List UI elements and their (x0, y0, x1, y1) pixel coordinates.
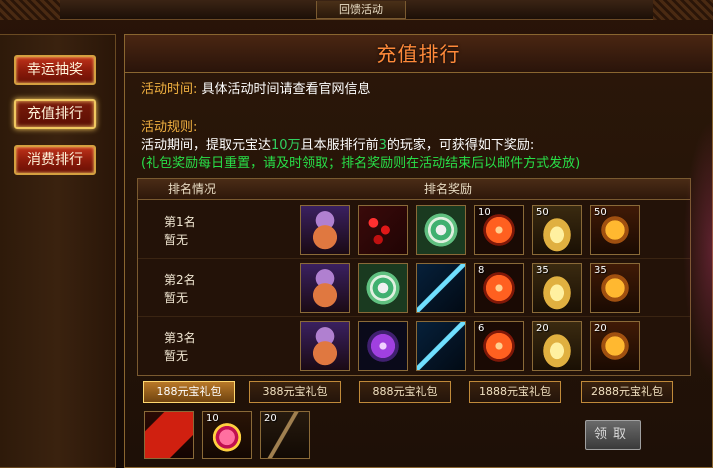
rule-amount: 10万 (271, 138, 301, 153)
package-tab-188[interactable]: 188元宝礼包 (143, 381, 235, 403)
rank-position: 第1名 (164, 215, 196, 229)
package-tab-2888[interactable]: 2888元宝礼包 (581, 381, 673, 403)
reward-table: 排名情况 排名奖励 第1名 暂无 10 50 50 第2名 暂无 8 35 35… (137, 178, 691, 376)
ice-sword-icon[interactable] (416, 321, 466, 371)
rule-part-3: 的玩家，可获得如下奖励: (386, 138, 535, 153)
rule-rank: 3 (378, 138, 387, 153)
reset-note: (礼包奖励每日重置，请及时领取；排名奖励则在活动结束后以邮件方式发放) (141, 156, 581, 171)
fish-mount-icon[interactable] (300, 205, 350, 255)
ornament-left (0, 0, 60, 20)
gold-ingot-icon[interactable]: 50 (532, 205, 582, 255)
fire-orb-icon[interactable]: 6 (474, 321, 524, 371)
rules-text: 活动期间，提取元宝达10万且本服排行前3的玩家，可获得如下奖励: (141, 137, 534, 155)
window-title: 回馈活动 (316, 1, 406, 19)
nav-consumption-ranking-button[interactable]: 消费排行 (14, 145, 96, 175)
purple-orb-icon[interactable] (358, 321, 408, 371)
header-reward: 排名奖励 (424, 182, 473, 196)
package-tab-388[interactable]: 388元宝礼包 (249, 381, 341, 403)
rank-position: 第3名 (164, 331, 196, 345)
table-header: 排名情况 排名奖励 (138, 179, 690, 200)
panel-title: 充值排行 (125, 35, 712, 73)
table-row: 第3名 暂无 6 20 20 (138, 317, 690, 375)
nav-recharge-ranking-button[interactable]: 充值排行 (14, 99, 96, 129)
jade-disc-icon[interactable] (416, 205, 466, 255)
tiger-medallion-icon[interactable]: 50 (590, 205, 640, 255)
rank-holder: 暂无 (164, 349, 189, 363)
rank-holder: 暂无 (164, 291, 189, 305)
tiger-medallion-icon[interactable]: 20 (590, 321, 640, 371)
time-text: 具体活动时间请查看官网信息 (201, 82, 371, 97)
whip-icon[interactable]: 20 (260, 411, 310, 459)
package-tab-888[interactable]: 888元宝礼包 (359, 381, 451, 403)
gold-ingot-icon[interactable]: 20 (532, 321, 582, 371)
rank-position: 第2名 (164, 273, 196, 287)
red-chain-icon[interactable] (358, 205, 408, 255)
fish-mount-icon[interactable] (300, 321, 350, 371)
tiger-medallion-icon[interactable]: 35 (590, 263, 640, 313)
header-rank: 排名情况 (168, 182, 217, 196)
rule-part-1: 活动期间，提取元宝达 (141, 138, 272, 153)
ice-sword-icon[interactable] (416, 263, 466, 313)
time-label: 活动时间: (141, 82, 198, 97)
red-scroll-icon[interactable] (144, 411, 194, 459)
fire-orb-icon[interactable]: 10 (474, 205, 524, 255)
claim-button[interactable]: 领取 (585, 420, 641, 450)
table-row: 第1名 暂无 10 50 50 (138, 201, 690, 259)
fire-orb-icon[interactable]: 8 (474, 263, 524, 313)
rules-label: 活动规则: (141, 120, 198, 135)
gold-ingot-icon[interactable]: 35 (532, 263, 582, 313)
rule-part-2: 且本服排行前 (300, 138, 379, 153)
fish-mount-icon[interactable] (300, 263, 350, 313)
table-row: 第2名 暂无 8 35 35 (138, 259, 690, 317)
rank-holder: 暂无 (164, 233, 189, 247)
activity-window: 回馈活动 幸运抽奖 充值排行 消费排行 充值排行 活动时间: 具体活动时间请查看… (0, 0, 713, 468)
main-panel: 充值排行 活动时间: 具体活动时间请查看官网信息 活动规则: 活动期间，提取元宝… (124, 34, 713, 468)
jade-disc-icon[interactable] (358, 263, 408, 313)
side-nav: 幸运抽奖 充值排行 消费排行 (0, 34, 116, 468)
activity-time: 活动时间: 具体活动时间请查看官网信息 (141, 81, 371, 99)
package-tab-1888[interactable]: 1888元宝礼包 (469, 381, 561, 403)
ornament-right (653, 0, 713, 20)
nav-lucky-draw-button[interactable]: 幸运抽奖 (14, 55, 96, 85)
ruby-gem-icon[interactable]: 10 (202, 411, 252, 459)
title-bar: 回馈活动 (0, 0, 713, 20)
